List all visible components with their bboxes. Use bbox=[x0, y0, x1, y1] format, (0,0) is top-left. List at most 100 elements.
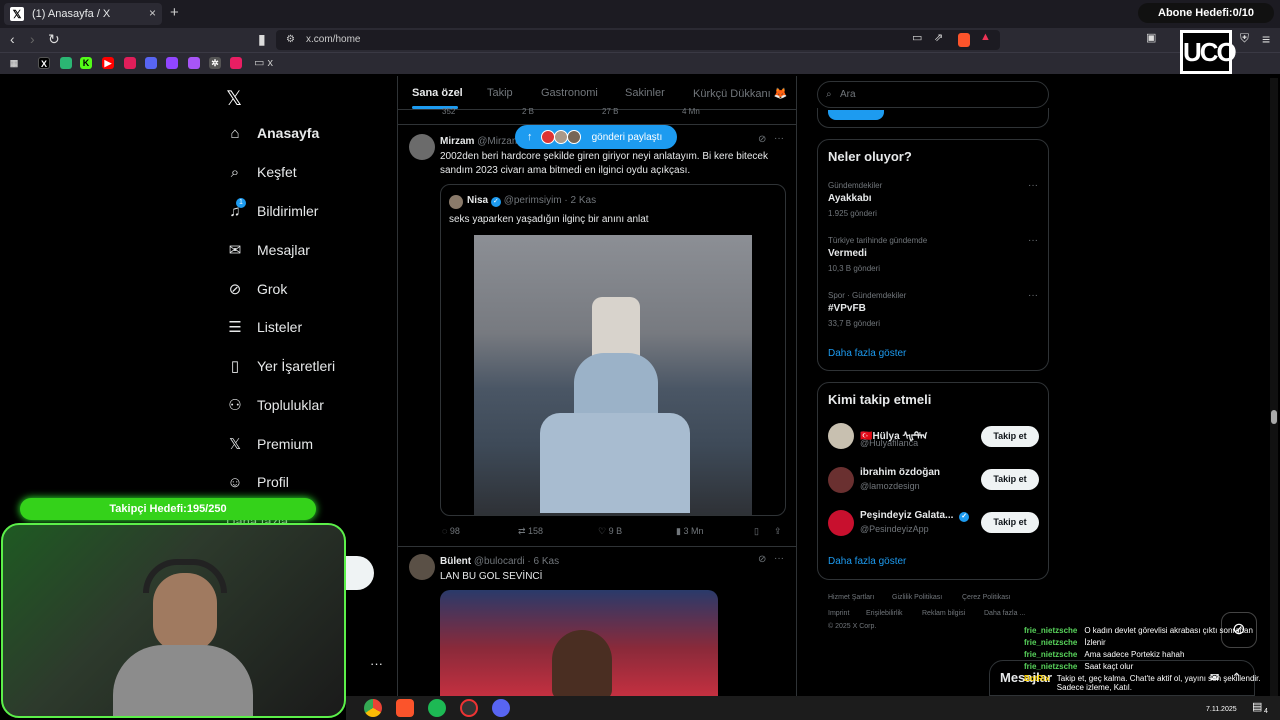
suggest-name-row[interactable]: Peşindeyiz Galata... ✓ bbox=[860, 510, 970, 522]
grok-icon[interactable]: ⊘ bbox=[758, 554, 766, 565]
notification-icon[interactable]: ▤ bbox=[1252, 700, 1262, 713]
avatar[interactable] bbox=[409, 554, 435, 580]
scrollbar-thumb[interactable] bbox=[1271, 410, 1277, 424]
footer-more[interactable]: Daha fazla ... bbox=[984, 610, 1025, 617]
nav-item-mesajlar[interactable]: ✉ Mesajlar bbox=[226, 241, 310, 259]
quote-media-image[interactable] bbox=[474, 235, 752, 515]
brave-icon[interactable] bbox=[396, 699, 414, 717]
more-icon[interactable]: ··· bbox=[1028, 235, 1038, 246]
nav-item-bildirimler[interactable]: ♫ Bildirimler 1 bbox=[226, 198, 318, 220]
cast-icon[interactable]: ▭ bbox=[912, 31, 922, 44]
share-icon[interactable]: ⇪ bbox=[774, 526, 782, 537]
nav-item-premium[interactable]: 𝕏 Premium bbox=[226, 435, 313, 453]
grok-icon[interactable]: ⊘ bbox=[758, 134, 766, 145]
bookmark-slack-icon[interactable] bbox=[124, 57, 136, 69]
nav-item-anasayfa[interactable]: ⌂ Anasayfa bbox=[226, 124, 319, 142]
reload-icon[interactable]: ↻ bbox=[48, 31, 60, 48]
bookmark-kick-icon[interactable]: K bbox=[80, 57, 92, 69]
nav-item-grok[interactable]: ⊘ Grok bbox=[226, 280, 288, 298]
who-show-more[interactable]: Daha fazla göster bbox=[828, 556, 906, 567]
bookmark-purple-icon[interactable] bbox=[188, 57, 200, 69]
quote-tweet[interactable]: Nisa ✓ @perimsiyim · 2 Kas seks yaparken… bbox=[440, 184, 786, 516]
tweet-time[interactable]: · 6 Kas bbox=[527, 556, 559, 567]
sidebar-icon[interactable]: ▣ bbox=[1146, 31, 1156, 44]
discord-icon[interactable] bbox=[492, 699, 510, 717]
suggest-name[interactable]: ibrahim özdoğan bbox=[860, 467, 940, 478]
new-tab-button[interactable]: + bbox=[170, 4, 179, 21]
tab-kurkcu-dukkani[interactable]: Kürkçü Dükkanı 🦊 bbox=[693, 87, 787, 100]
tab-sana-ozel[interactable]: Sana özel bbox=[412, 87, 463, 99]
footer-privacy[interactable]: Gizlilik Politikası bbox=[892, 594, 942, 601]
bookmark-x-icon[interactable]: X bbox=[38, 57, 50, 69]
spotify-icon[interactable] bbox=[428, 699, 446, 717]
bookmark-youtube-icon[interactable]: ▶ bbox=[102, 57, 114, 69]
nav-item-yer-i-şaretleri[interactable]: ▯ Yer İşaretleri bbox=[226, 357, 335, 375]
search-input[interactable]: ⌕ Ara bbox=[817, 81, 1049, 108]
footer-cookies[interactable]: Çerez Politikası bbox=[962, 594, 1011, 601]
suggest-handle[interactable]: @lamozdesign bbox=[860, 481, 920, 491]
bookmark-page-icon[interactable]: ▮ bbox=[258, 31, 266, 48]
avatar[interactable] bbox=[828, 423, 854, 449]
author-name[interactable]: Mirzam bbox=[440, 136, 474, 147]
new-posts-pill[interactable]: ↑ gönderi paylaştı bbox=[515, 125, 677, 149]
obs-icon[interactable] bbox=[460, 699, 478, 717]
share-icon[interactable]: ⇗ bbox=[934, 31, 943, 44]
tab-gastronomi[interactable]: Gastronomi bbox=[541, 87, 598, 99]
retweet-button[interactable]: ⇄ 158 bbox=[518, 526, 543, 537]
tab-takip[interactable]: Takip bbox=[487, 87, 513, 99]
more-icon[interactable]: ··· bbox=[1028, 290, 1038, 301]
bookmark-pink-icon[interactable] bbox=[230, 57, 242, 69]
tweet-media-image[interactable] bbox=[440, 590, 718, 696]
avatar[interactable] bbox=[828, 467, 854, 493]
nav-item-keşfet[interactable]: ⌕ Keşfet bbox=[226, 163, 297, 181]
author-handle[interactable]: @bulocardi bbox=[474, 556, 525, 567]
close-tab-icon[interactable]: × bbox=[149, 6, 156, 20]
forward-icon[interactable]: › bbox=[30, 31, 35, 47]
taskbar-date[interactable]: 7.11.2025 bbox=[1206, 706, 1237, 713]
apps-grid-icon[interactable]: ▦ bbox=[8, 57, 20, 69]
suggest-handle[interactable]: @Hulyafilanca bbox=[860, 438, 918, 448]
account-more-icon[interactable]: ··· bbox=[370, 656, 383, 671]
tab-sakinler[interactable]: Sakinler bbox=[625, 87, 665, 99]
site-info-icon[interactable]: ⚙ bbox=[286, 30, 295, 50]
vpn-shield-icon[interactable]: ⛨ bbox=[1240, 31, 1249, 46]
trends-show-more[interactable]: Daha fazla göster bbox=[828, 348, 906, 359]
bookmark-discord-icon[interactable] bbox=[145, 57, 157, 69]
avatar[interactable] bbox=[828, 510, 854, 536]
nav-item-profil[interactable]: ☺ Profil bbox=[226, 473, 289, 491]
author-handle[interactable]: @Mirzam bbox=[477, 136, 520, 147]
nav-item-listeler[interactable]: ☰ Listeler bbox=[226, 318, 302, 336]
nav-item-topluluklar[interactable]: ⚇ Topluluklar bbox=[226, 396, 324, 414]
more-icon[interactable]: ··· bbox=[1028, 180, 1038, 191]
x-logo-icon[interactable]: 𝕏 bbox=[226, 86, 242, 111]
bookmark-folder[interactable]: ▭ x bbox=[254, 56, 273, 69]
follow-button[interactable]: Takip et bbox=[981, 426, 1039, 447]
author-name[interactable]: Bülent bbox=[440, 556, 471, 567]
bookmark-icon[interactable]: ▯ bbox=[754, 526, 759, 537]
more-icon[interactable]: ··· bbox=[774, 553, 784, 564]
url-bar[interactable]: ⚙ x.com/home bbox=[276, 30, 1000, 50]
follow-button[interactable]: Takip et bbox=[981, 512, 1039, 533]
reply-button[interactable]: ◌ 98 bbox=[442, 526, 460, 536]
views-button[interactable]: ▮ 3 Mn bbox=[676, 526, 703, 537]
suggest-handle[interactable]: @PesindeyizApp bbox=[860, 524, 929, 534]
chrome-icon[interactable] bbox=[364, 699, 382, 717]
follow-button[interactable]: Takip et bbox=[981, 469, 1039, 490]
back-icon[interactable]: ‹ bbox=[10, 31, 15, 47]
footer-ads-info[interactable]: Reklam bilgisi bbox=[922, 610, 965, 617]
bookmark-green-icon[interactable] bbox=[60, 57, 72, 69]
brave-shield-icon[interactable] bbox=[958, 33, 970, 47]
page-scrollbar[interactable] bbox=[1270, 78, 1278, 696]
bookmark-twitch-icon[interactable] bbox=[166, 57, 178, 69]
like-button[interactable]: ♡ 9 B bbox=[598, 526, 622, 537]
avatar[interactable] bbox=[409, 134, 435, 160]
browser-tab[interactable]: 𝕏 (1) Anasayfa / X × bbox=[4, 3, 162, 25]
footer-terms[interactable]: Hizmet Şartları bbox=[828, 594, 874, 601]
footer-imprint[interactable]: Imprint bbox=[828, 610, 849, 617]
bookmark-gear-icon[interactable]: ✲ bbox=[209, 57, 221, 69]
brave-rewards-icon[interactable]: ▲ bbox=[980, 31, 991, 43]
more-icon[interactable]: ··· bbox=[774, 133, 784, 144]
footer-accessibility[interactable]: Erişilebilirlik bbox=[866, 610, 903, 617]
subscribe-button-partial[interactable] bbox=[828, 110, 884, 120]
menu-icon[interactable]: ≡ bbox=[1262, 31, 1270, 47]
